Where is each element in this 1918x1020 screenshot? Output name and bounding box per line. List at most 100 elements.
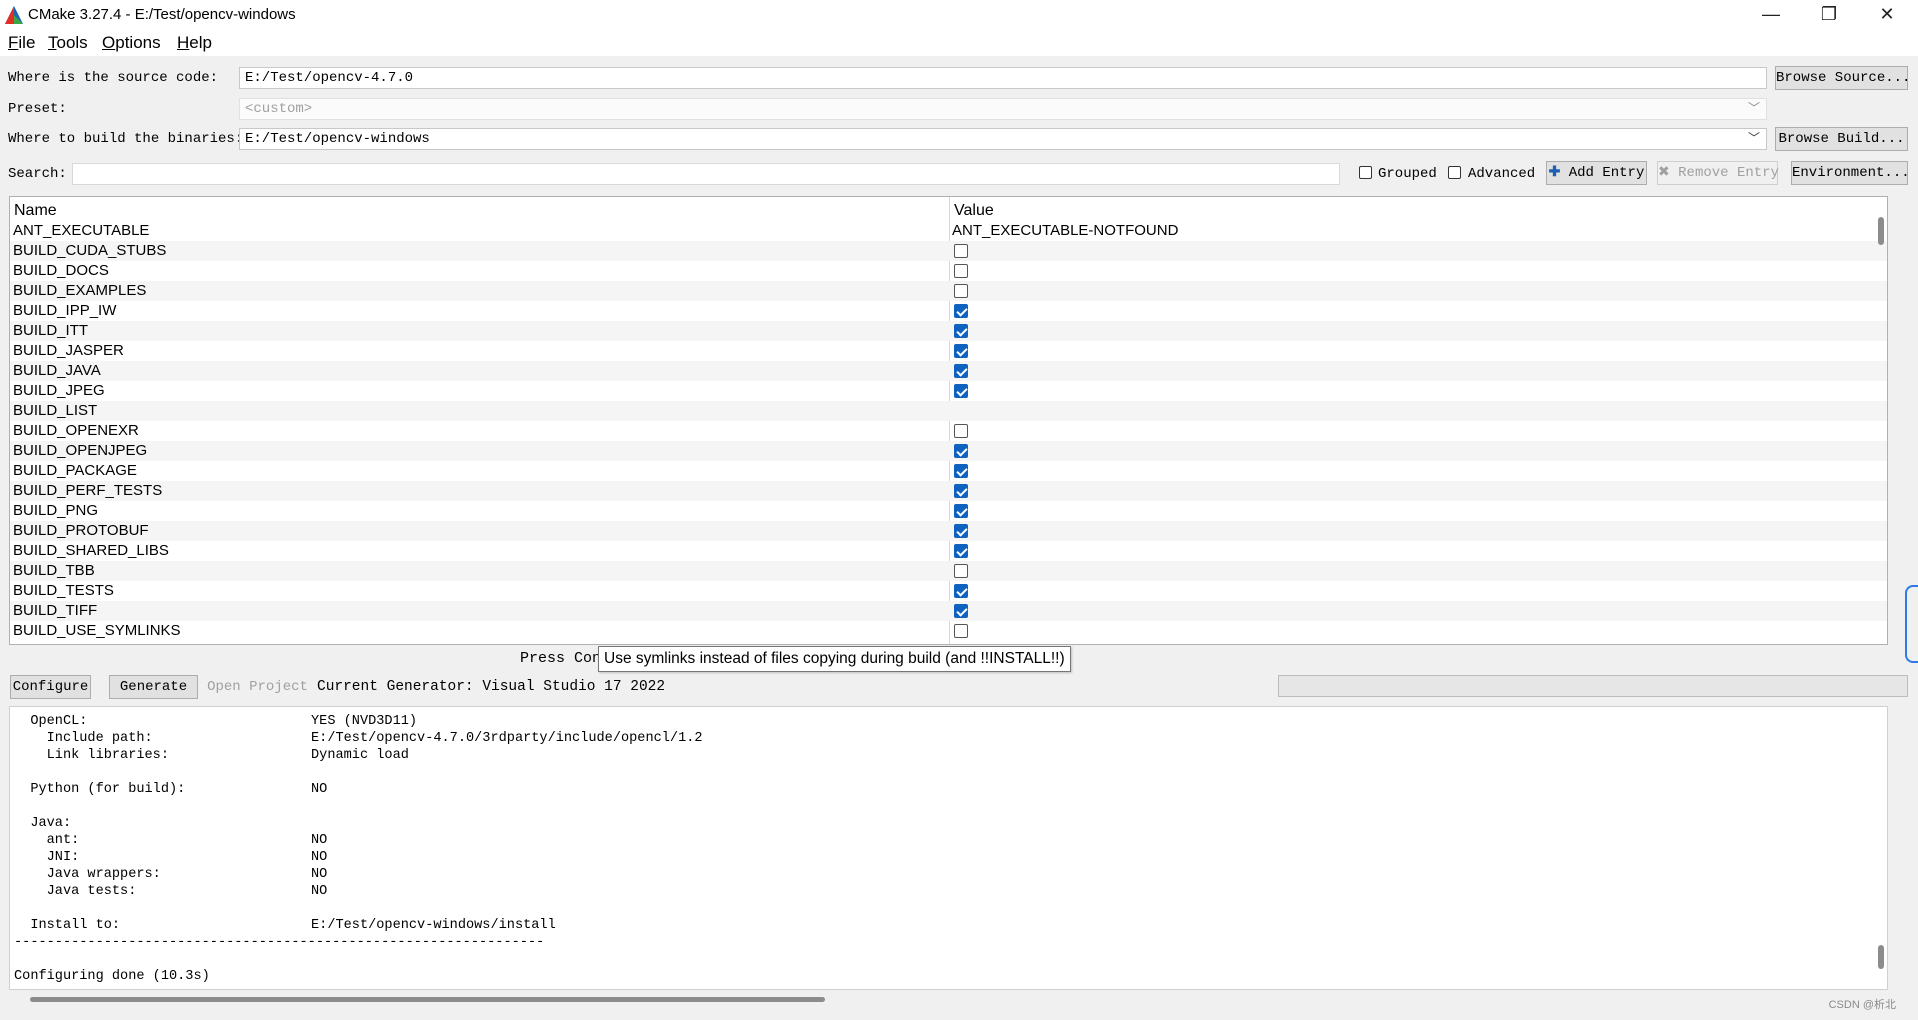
- table-row[interactable]: BUILD_SHARED_LIBS: [10, 541, 1887, 561]
- output-vertical-scrollbar[interactable]: [1878, 945, 1884, 969]
- source-label: Where is the source code:: [8, 70, 219, 86]
- add-entry-button[interactable]: ✚ Add Entry: [1546, 161, 1647, 185]
- preset-value: <custom>: [245, 101, 313, 117]
- value-checkbox[interactable]: [954, 264, 968, 278]
- menu-file[interactable]: File: [8, 33, 35, 53]
- table-row[interactable]: BUILD_EXAMPLES: [10, 281, 1887, 301]
- table-row[interactable]: BUILD_ITT: [10, 321, 1887, 341]
- output-value: NO: [311, 884, 328, 899]
- table-row[interactable]: BUILD_PERF_TESTS: [10, 481, 1887, 501]
- binaries-path-input[interactable]: E:/Test/opencv-windows ﹀: [239, 128, 1767, 150]
- table-row[interactable]: BUILD_DOCS: [10, 261, 1887, 281]
- minimize-icon[interactable]: —: [1742, 0, 1800, 30]
- table-row[interactable]: BUILD_CUDA_STUBS: [10, 241, 1887, 261]
- output-log[interactable]: OpenCL: YES (NVD3D11) Include path: E:/Tes…: [9, 706, 1888, 990]
- table-row[interactable]: BUILD_JAVA: [10, 361, 1887, 381]
- table-row[interactable]: BUILD_LIST: [10, 401, 1887, 421]
- value-checkbox[interactable]: [954, 444, 968, 458]
- column-header-name[interactable]: Name: [14, 202, 57, 220]
- tooltip: Use symlinks instead of files copying du…: [598, 646, 1071, 672]
- browse-build-button[interactable]: Browse Build...: [1775, 127, 1908, 151]
- menu-help[interactable]: Help: [177, 33, 212, 53]
- value-checkbox[interactable]: [954, 304, 968, 318]
- preset-label: Preset:: [8, 101, 67, 117]
- value-checkbox[interactable]: [954, 484, 968, 498]
- value-checkbox[interactable]: [954, 344, 968, 358]
- table-row[interactable]: BUILD_TESTS: [10, 581, 1887, 601]
- cache-variables-table[interactable]: Name Value ANT_EXECUTABLE ANT_EXECUTABLE-…: [9, 196, 1888, 645]
- window-title: CMake 3.27.4 - E:/Test/opencv-windows: [28, 6, 296, 23]
- variable-name: BUILD_IPP_IW: [13, 302, 117, 319]
- value-checkbox[interactable]: [954, 624, 968, 638]
- output-line: Python (for build):: [14, 782, 186, 797]
- table-row[interactable]: BUILD_PNG: [10, 501, 1887, 521]
- binaries-path-value: E:/Test/opencv-windows: [245, 131, 430, 147]
- configure-button[interactable]: Configure: [10, 675, 91, 699]
- value-checkbox[interactable]: [954, 324, 968, 338]
- plus-icon: ✚: [1548, 165, 1561, 181]
- chevron-down-icon: ﹀: [1747, 102, 1760, 116]
- output-horizontal-scrollbar[interactable]: [30, 997, 825, 1002]
- variable-name: BUILD_ITT: [13, 322, 89, 339]
- value-checkbox[interactable]: [954, 564, 968, 578]
- variable-name: BUILD_PROTOBUF: [13, 522, 149, 539]
- table-row[interactable]: BUILD_USE_SYMLINKS: [10, 621, 1887, 641]
- table-row[interactable]: BUILD_OPENEXR: [10, 421, 1887, 441]
- advanced-checkbox[interactable]: [1448, 166, 1461, 179]
- output-line: Java tests:: [14, 884, 137, 899]
- variable-name: BUILD_TBB: [13, 562, 95, 579]
- variable-name: BUILD_USE_SYMLINKS: [13, 622, 181, 639]
- grouped-checkbox[interactable]: [1359, 166, 1372, 179]
- value-checkbox[interactable]: [954, 584, 968, 598]
- table-row[interactable]: BUILD_TIFF: [10, 601, 1887, 621]
- value-checkbox[interactable]: [954, 384, 968, 398]
- variable-name: BUILD_CUDA_STUBS: [13, 242, 167, 259]
- output-value: NO: [311, 867, 328, 882]
- output-line: Include path:: [14, 731, 153, 746]
- table-row[interactable]: BUILD_TBB: [10, 561, 1887, 581]
- table-row[interactable]: ANT_EXECUTABLE ANT_EXECUTABLE-NOTFOUND: [10, 221, 1887, 241]
- variable-name: BUILD_PERF_TESTS: [13, 482, 163, 499]
- open-project-button[interactable]: Open Project: [206, 675, 309, 699]
- output-line: Install to:: [14, 918, 121, 933]
- value-checkbox[interactable]: [954, 284, 968, 298]
- menu-options[interactable]: Options: [102, 33, 161, 53]
- column-header-value[interactable]: Value: [954, 202, 994, 220]
- value-checkbox[interactable]: [954, 464, 968, 478]
- table-vertical-scrollbar[interactable]: [1878, 217, 1884, 245]
- menu-tools[interactable]: Tools: [48, 33, 88, 53]
- value-checkbox[interactable]: [954, 504, 968, 518]
- value-checkbox[interactable]: [954, 524, 968, 538]
- output-value: E:/Test/opencv-windows/install: [311, 918, 556, 933]
- output-line: ----------------------------------------…: [14, 935, 545, 950]
- source-path-input[interactable]: E:/Test/opencv-4.7.0: [239, 67, 1767, 89]
- binaries-label: Where to build the binaries:: [8, 131, 244, 147]
- output-value: E:/Test/opencv-4.7.0/3rdparty/include/op…: [311, 731, 703, 746]
- restore-icon[interactable]: ❐: [1800, 0, 1858, 30]
- browse-source-button[interactable]: Browse Source...: [1775, 66, 1910, 90]
- remove-entry-button[interactable]: ✖ Remove Entry: [1657, 161, 1779, 185]
- generate-button[interactable]: Generate: [109, 675, 198, 699]
- table-row[interactable]: BUILD_JASPER: [10, 341, 1887, 361]
- value-checkbox[interactable]: [954, 364, 968, 378]
- preset-select: <custom> ﹀: [239, 98, 1767, 120]
- variable-name: BUILD_SHARED_LIBS: [13, 542, 169, 559]
- value-checkbox[interactable]: [954, 244, 968, 258]
- output-line: OpenCL:: [14, 714, 88, 729]
- value-checkbox[interactable]: [954, 424, 968, 438]
- chevron-down-icon[interactable]: ﹀: [1748, 129, 1760, 149]
- table-row[interactable]: BUILD_JPEG: [10, 381, 1887, 401]
- value-checkbox[interactable]: [954, 544, 968, 558]
- search-input[interactable]: [72, 163, 1340, 185]
- value-checkbox[interactable]: [954, 604, 968, 618]
- close-icon[interactable]: ✕: [1858, 0, 1916, 30]
- variable-name: BUILD_DOCS: [13, 262, 109, 279]
- table-row[interactable]: BUILD_PACKAGE: [10, 461, 1887, 481]
- table-row[interactable]: BUILD_IPP_IW: [10, 301, 1887, 321]
- advanced-label: Advanced: [1468, 166, 1536, 182]
- environment-button[interactable]: Environment...: [1791, 161, 1910, 185]
- variable-value[interactable]: ANT_EXECUTABLE-NOTFOUND: [952, 221, 1178, 241]
- variable-name: BUILD_PACKAGE: [13, 462, 137, 479]
- table-row[interactable]: BUILD_PROTOBUF: [10, 521, 1887, 541]
- table-row[interactable]: BUILD_OPENJPEG: [10, 441, 1887, 461]
